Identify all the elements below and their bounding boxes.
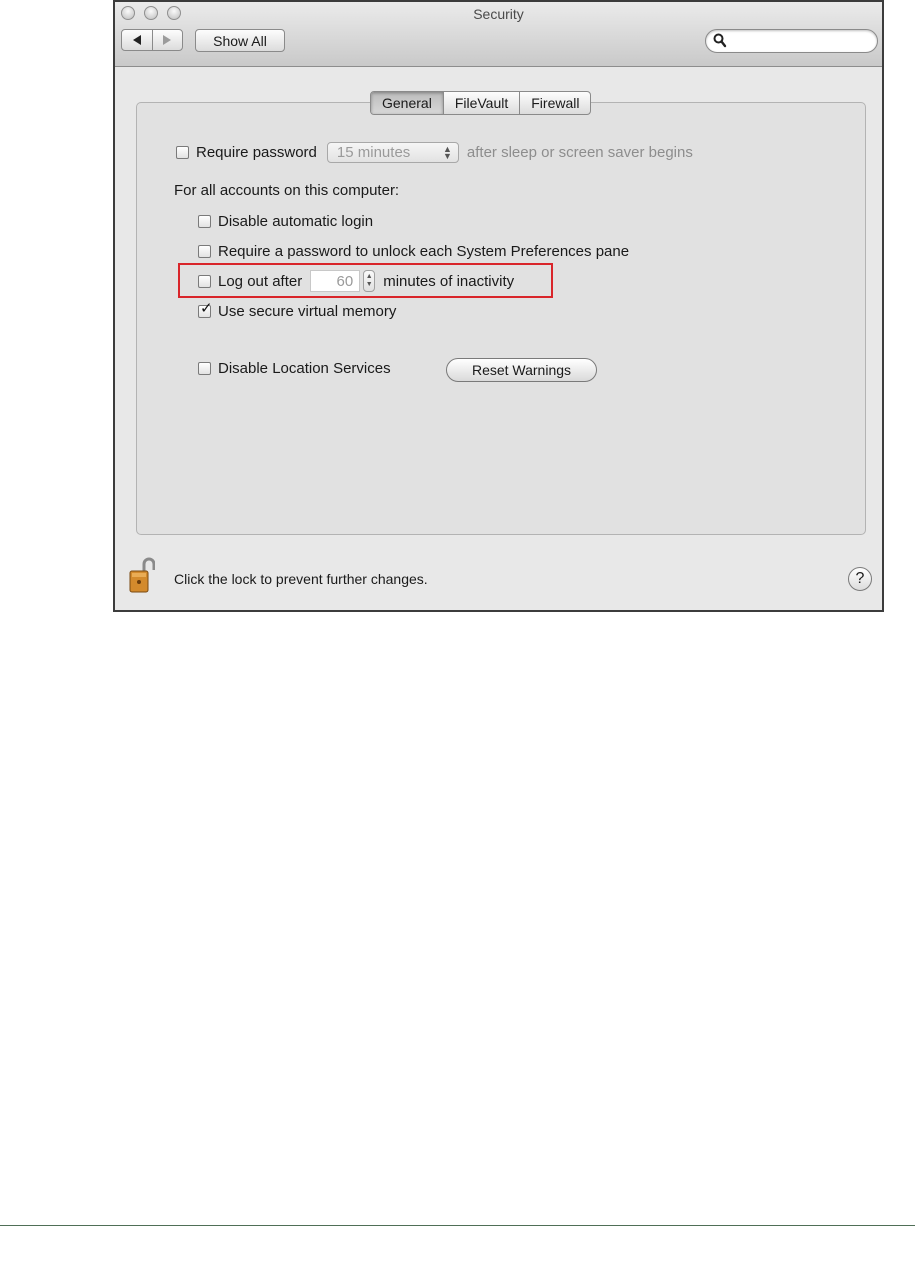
select-arrows-icon: ▲ ▼ <box>442 143 452 161</box>
password-interval-value: 15 minutes <box>336 144 411 161</box>
require-unlock-row: Require a password to unlock each System… <box>198 243 629 260</box>
back-arrow-icon <box>132 35 141 45</box>
disable-auto-login-row: Disable automatic login <box>198 213 373 230</box>
require-password-label: Require password <box>196 144 317 161</box>
require-password-suffix: after sleep or screen saver begins <box>466 144 693 161</box>
tab-firewall[interactable]: Firewall <box>519 92 590 114</box>
log-out-label: Log out after <box>218 272 303 290</box>
search-field[interactable] <box>705 29 878 53</box>
back-forward-control <box>121 29 183 51</box>
require-password-checkbox[interactable] <box>176 146 189 159</box>
show-all-button[interactable]: Show All <box>195 29 285 52</box>
require-unlock-label: Require a password to unlock each System… <box>218 243 630 260</box>
reset-warnings-button[interactable]: Reset Warnings <box>446 358 597 382</box>
log-out-checkbox[interactable] <box>198 274 211 288</box>
forward-button[interactable] <box>151 30 183 50</box>
disable-location-checkbox[interactable] <box>198 362 211 375</box>
window-title: Security <box>473 6 524 22</box>
disable-auto-login-label: Disable automatic login <box>218 213 374 230</box>
log-out-suffix: minutes of inactivity <box>383 272 515 290</box>
open-lock-icon[interactable] <box>129 556 155 594</box>
secure-vm-row: ✓ Use secure virtual memory <box>198 301 397 320</box>
preference-tabs: General FileVault Firewall <box>370 91 592 115</box>
page-divider <box>0 1225 915 1226</box>
log-out-minutes-field[interactable]: 60 <box>310 270 361 292</box>
tab-filevault[interactable]: FileVault <box>442 92 519 114</box>
log-out-row: Log out after 60 ▲ ▼ minutes of inactivit… <box>198 270 514 292</box>
disable-auto-login-checkbox[interactable] <box>198 215 211 228</box>
back-button[interactable] <box>122 30 152 50</box>
secure-vm-checkbox[interactable]: ✓ <box>198 301 213 318</box>
disable-location-row: Disable Location Services <box>198 360 391 377</box>
require-password-row: Require password 15 minutes ▲ ▼ after sle… <box>176 142 693 163</box>
tab-general[interactable]: General <box>371 92 443 114</box>
question-mark-icon: ? <box>855 570 865 587</box>
password-interval-select[interactable]: 15 minutes ▲ ▼ <box>326 142 459 163</box>
secure-vm-label: Use secure virtual memory <box>218 303 397 320</box>
title-bar: Security Show All <box>115 2 882 67</box>
accounts-heading: For all accounts on this computer: <box>174 182 400 199</box>
help-button[interactable]: ? <box>848 567 872 591</box>
lock-status-text: Click the lock to prevent further change… <box>174 571 428 587</box>
disable-location-label: Disable Location Services <box>218 360 391 377</box>
checkmark-icon: ✓ <box>200 300 213 317</box>
page: Security Show All General FileVault Fire… <box>0 0 915 1264</box>
require-unlock-checkbox[interactable] <box>198 245 211 258</box>
security-preferences-window: Security Show All General FileVault Fire… <box>113 0 884 612</box>
forward-arrow-icon <box>163 35 172 45</box>
log-out-minutes-stepper[interactable]: ▲ ▼ <box>363 270 376 292</box>
search-icon <box>713 33 727 48</box>
